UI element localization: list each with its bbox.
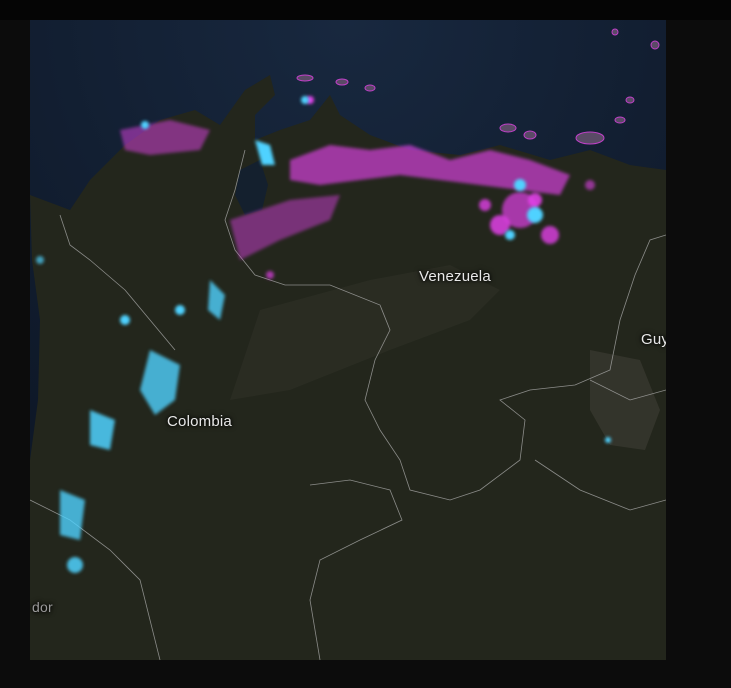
label-colombia: Colombia (167, 413, 232, 430)
label-ecuador: dor (32, 599, 53, 615)
label-venezuela: Venezuela (419, 268, 491, 285)
label-guyana: Guy (641, 331, 666, 348)
top-bar (0, 0, 731, 20)
map-canvas (30, 20, 666, 660)
map-view[interactable]: Venezuela Colombia Guy dor (30, 20, 666, 660)
